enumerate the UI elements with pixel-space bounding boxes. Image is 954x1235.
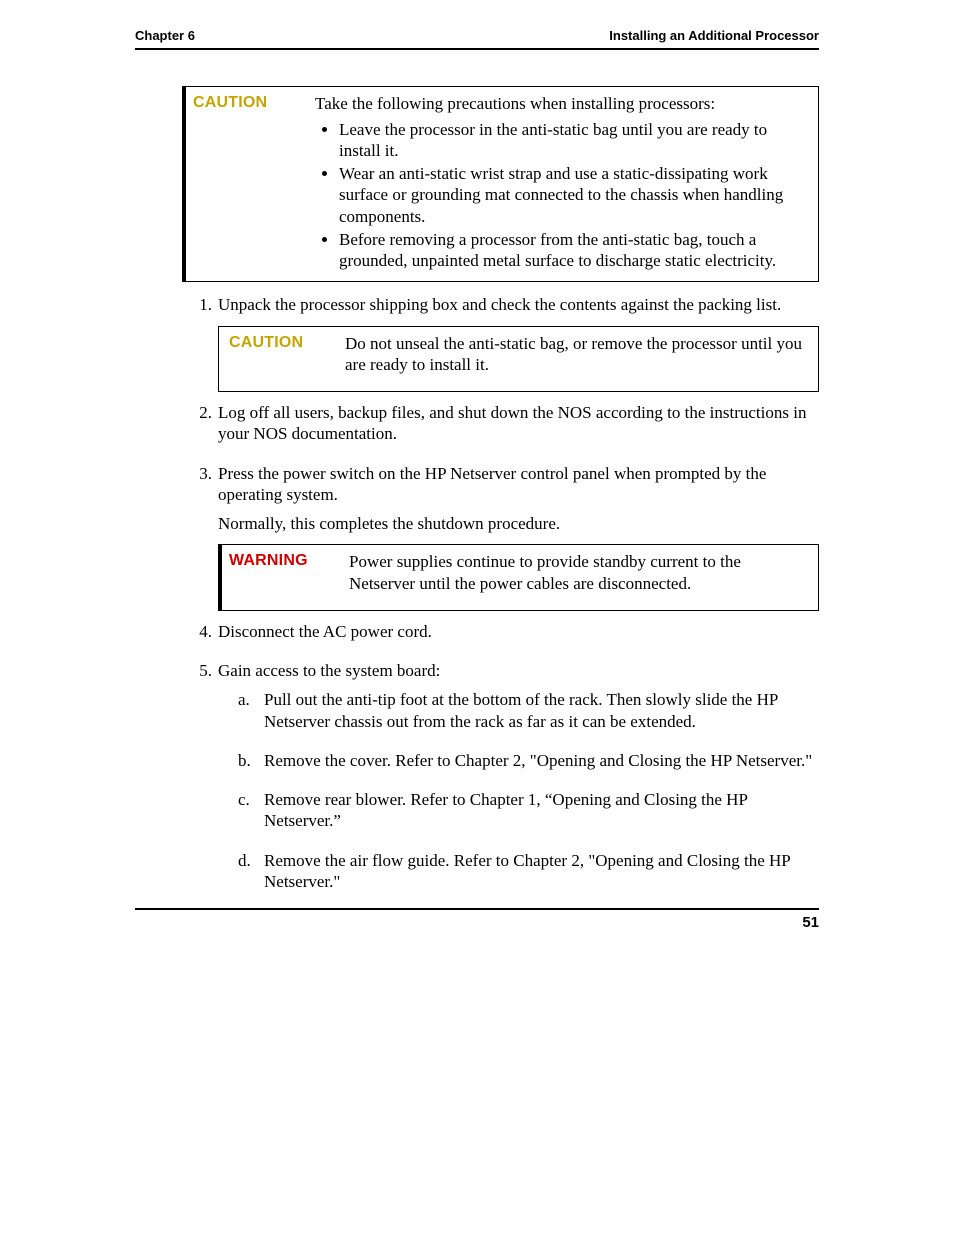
caution-bullet: Leave the processor in the anti-static b…: [339, 119, 810, 162]
step-text: Gain access to the system board:: [218, 660, 819, 681]
step-text: Press the power switch on the HP Netserv…: [218, 463, 819, 506]
substep-b: b. Remove the cover. Refer to Chapter 2,…: [218, 750, 819, 779]
running-header: Chapter 6 Installing an Additional Proce…: [135, 28, 819, 50]
substep-text: Remove the air flow guide. Refer to Chap…: [264, 850, 819, 893]
substep-text: Remove rear blower. Refer to Chapter 1, …: [264, 789, 819, 832]
warning-label: WARNING: [219, 545, 347, 577]
step-marker: 5.: [182, 660, 218, 910]
step-text: Disconnect the AC power cord.: [218, 621, 819, 642]
caution-bullet: Before removing a processor from the ant…: [339, 229, 810, 272]
step-text: Log off all users, backup files, and shu…: [218, 402, 819, 445]
caution-body: Take the following precautions when inst…: [313, 87, 818, 281]
step-marker: 4.: [182, 621, 218, 650]
substep-marker: b.: [238, 750, 264, 779]
caution-inline-body: Do not unseal the anti-static bag, or re…: [343, 327, 818, 392]
step-text: Unpack the processor shipping box and ch…: [218, 294, 819, 315]
page-footer: 51: [135, 908, 819, 933]
substep-marker: a.: [238, 689, 264, 740]
step-5: 5. Gain access to the system board: a. P…: [182, 660, 819, 910]
caution-bullet-list: Leave the processor in the anti-static b…: [315, 119, 810, 272]
substep-d: d. Remove the air flow guide. Refer to C…: [218, 850, 819, 901]
substep-text: Pull out the anti-tip foot at the bottom…: [264, 689, 819, 732]
caution-box: CAUTION Take the following precautions w…: [182, 86, 819, 282]
step-3: 3. Press the power switch on the HP Nets…: [182, 463, 819, 611]
caution-inline-box: CAUTION Do not unseal the anti-static ba…: [218, 326, 819, 393]
step-text-2: Normally, this completes the shutdown pr…: [218, 513, 819, 534]
step-4: 4. Disconnect the AC power cord.: [182, 621, 819, 650]
substep-text: Remove the cover. Refer to Chapter 2, "O…: [264, 750, 819, 771]
page-content: CAUTION Take the following precautions w…: [135, 50, 819, 910]
step-1: 1. Unpack the processor shipping box and…: [182, 294, 819, 392]
step-marker: 1.: [182, 294, 218, 392]
substep-a: a. Pull out the anti-tip foot at the bot…: [218, 689, 819, 740]
substep-list: a. Pull out the anti-tip foot at the bot…: [218, 689, 819, 900]
page: Chapter 6 Installing an Additional Proce…: [0, 0, 954, 1235]
caution-label: CAUTION: [183, 87, 313, 119]
substep-marker: c.: [238, 789, 264, 840]
caution-bullet: Wear an anti-static wrist strap and use …: [339, 163, 810, 227]
substep-c: c. Remove rear blower. Refer to Chapter …: [218, 789, 819, 840]
caution-label: CAUTION: [219, 327, 343, 359]
caution-inline-text: Do not unseal the anti-static bag, or re…: [345, 333, 810, 376]
warning-inline-body: Power supplies continue to provide stand…: [347, 545, 818, 610]
step-marker: 3.: [182, 463, 218, 611]
step-2: 2. Log off all users, backup files, and …: [182, 402, 819, 453]
substep-marker: d.: [238, 850, 264, 901]
warning-inline-box: WARNING Power supplies continue to provi…: [218, 544, 819, 611]
page-number: 51: [802, 914, 819, 931]
warning-inline-text: Power supplies continue to provide stand…: [349, 551, 810, 594]
header-right: Installing an Additional Processor: [609, 28, 819, 44]
header-left: Chapter 6: [135, 28, 195, 44]
step-list: 1. Unpack the processor shipping box and…: [182, 294, 819, 910]
caution-intro: Take the following precautions when inst…: [315, 93, 810, 114]
step-marker: 2.: [182, 402, 218, 453]
